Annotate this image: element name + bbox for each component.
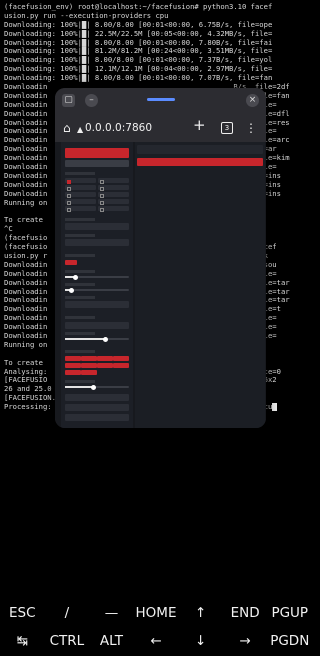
key-row2-2[interactable]: ALT xyxy=(89,630,134,652)
option-chip-2[interactable] xyxy=(81,356,97,361)
queue-count-label xyxy=(65,283,95,286)
terminal-line: Downloading: 100%|█| 8.00/8.00 [00:01<00… xyxy=(4,56,273,65)
memory-strategy-label xyxy=(65,296,95,299)
processor-checkbox-2[interactable] xyxy=(98,178,129,184)
system-memory-label xyxy=(65,316,95,319)
key-row2-3[interactable]: ← xyxy=(134,630,179,652)
processor-checkbox-4[interactable] xyxy=(98,185,129,191)
terminal-line: Downloading: 100%|█| 81.2M/81.2M [00:24<… xyxy=(4,47,273,56)
window-close-icon[interactable]: × xyxy=(246,94,259,107)
window-resize-icon[interactable]: ▢ xyxy=(62,94,75,107)
key-row1-0[interactable]: ESC xyxy=(0,602,45,624)
key-row1-5[interactable]: END xyxy=(223,602,268,624)
terminal-line: Downloading: 100%|█| 8.00/8.00 [00:01<00… xyxy=(4,74,273,83)
key-row1-4[interactable]: ↑ xyxy=(178,602,223,624)
key-row2-1[interactable]: CTRL xyxy=(45,630,90,652)
key-row2-0[interactable]: ↹ xyxy=(0,630,45,652)
option-chip-5[interactable] xyxy=(65,363,81,368)
processor-checkbox-10[interactable] xyxy=(98,206,129,212)
processor-checkbox-1[interactable] xyxy=(65,178,96,184)
settings-panel xyxy=(61,142,133,428)
processor-checkbox-7[interactable] xyxy=(65,199,96,205)
option-chip-8[interactable] xyxy=(113,363,129,368)
processors-label xyxy=(65,172,95,175)
extra-keys-row-2: ↹ CTRL ALT ← ↓ → PGDN xyxy=(0,630,312,652)
key-row1-2[interactable]: — xyxy=(89,602,134,624)
face-mask-field[interactable] xyxy=(65,394,129,401)
lock-icon[interactable]: ▲ xyxy=(77,122,83,138)
terminal-line: Downloading: 100%|█| 8.00/8.00 [00:01<00… xyxy=(4,20,273,29)
terminal-line: Downloading: 100%|█| 8.00/8.00 [00:01<00… xyxy=(4,38,273,47)
key-row2-5[interactable]: → xyxy=(223,630,268,652)
clear-button[interactable] xyxy=(65,160,129,167)
window-minimize-icon[interactable]: – xyxy=(85,94,98,107)
key-row1-6[interactable]: PGUP xyxy=(267,602,312,624)
home-icon[interactable]: ⌂ xyxy=(63,120,71,136)
execution-providers-label xyxy=(65,254,95,257)
face-selector-label xyxy=(65,350,95,353)
thread-count-slider[interactable] xyxy=(65,274,129,280)
face-swapper-model-select[interactable] xyxy=(65,223,129,230)
thread-count-label xyxy=(65,270,95,273)
progress-output-box xyxy=(137,145,263,154)
floating-browser-window: ▢ – × ⌂ ▲ 0.0.0.0:7860 + 3 ⋮ xyxy=(55,88,266,428)
key-row2-6[interactable]: PGDN xyxy=(267,630,312,652)
url-bar[interactable]: 0.0.0.0:7860 xyxy=(85,122,152,134)
menu-icon[interactable]: ⋮ xyxy=(245,120,257,136)
terminal-line: Downloading: 100%|█| 12.1M/12.1M [00:04<… xyxy=(4,65,273,74)
window-title-bar[interactable]: ▢ – × xyxy=(55,88,266,114)
option-chip-3[interactable] xyxy=(97,356,113,361)
new-tab-icon[interactable]: + xyxy=(193,117,206,133)
option-chip-9[interactable] xyxy=(65,370,81,375)
output-quality-label xyxy=(65,332,95,335)
window-drag-handle[interactable] xyxy=(147,98,175,101)
terminal-line: (facefusion_env) root@localhost:~/facefu… xyxy=(4,3,273,11)
preview-panel xyxy=(135,142,265,428)
queue-count-slider[interactable] xyxy=(65,287,129,293)
terminal-line: Downloading: 100%|█| 22.5M/22.5M [00:05<… xyxy=(4,29,273,38)
browser-toolbar: ⌂ ▲ 0.0.0.0:7860 + 3 ⋮ xyxy=(55,114,266,142)
web-page-content xyxy=(55,142,266,428)
tab-count-icon[interactable]: 3 xyxy=(221,122,233,134)
option-chip-6[interactable] xyxy=(81,363,97,368)
start-button[interactable] xyxy=(65,148,129,158)
option-chip-10[interactable] xyxy=(81,370,97,375)
system-memory-field[interactable] xyxy=(65,322,129,329)
memory-strategy-select[interactable] xyxy=(65,301,129,308)
processor-checkbox-8[interactable] xyxy=(98,199,129,205)
face-mask-slider[interactable] xyxy=(65,384,129,390)
extra-keys-row-1: ESC / — HOME ↑ END PGUP xyxy=(0,602,312,624)
reference-face-field[interactable] xyxy=(65,404,129,411)
terminal-line: usion.py run --execution-providers cpu xyxy=(4,11,169,20)
processor-checkbox-9[interactable] xyxy=(65,206,96,212)
processor-checkbox-3[interactable] xyxy=(65,185,96,191)
key-row1-1[interactable]: / xyxy=(45,602,90,624)
processor-checkbox-6[interactable] xyxy=(98,192,129,198)
key-row1-3[interactable]: HOME xyxy=(134,602,179,624)
process-button[interactable] xyxy=(137,158,263,166)
option-chip-1[interactable] xyxy=(65,356,81,361)
option-chip-4[interactable] xyxy=(113,356,129,361)
terminal-cursor xyxy=(272,403,278,412)
output-path-field[interactable] xyxy=(65,414,129,421)
pixel-boost-select[interactable] xyxy=(65,239,129,246)
key-row2-4[interactable]: ↓ xyxy=(178,630,223,652)
processor-checkbox-5[interactable] xyxy=(65,192,96,198)
pixel-boost-label xyxy=(65,234,95,237)
face-mask-label xyxy=(65,380,95,383)
execution-provider-cpu[interactable] xyxy=(65,260,77,265)
output-quality-slider[interactable] xyxy=(65,336,129,342)
face-swapper-model-label xyxy=(65,218,95,221)
option-chip-7[interactable] xyxy=(97,363,113,368)
